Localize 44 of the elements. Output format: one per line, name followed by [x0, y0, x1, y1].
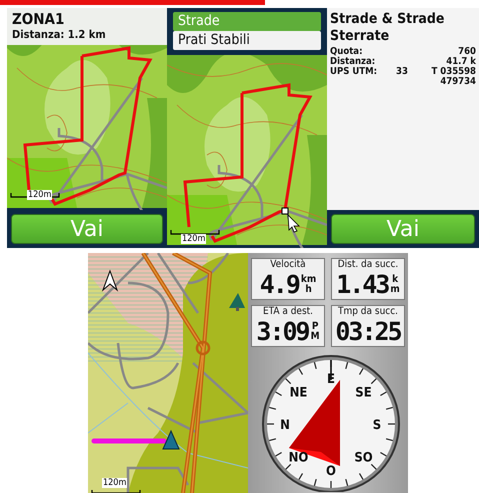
position-arrow-icon: [162, 430, 180, 450]
field-value: 760: [458, 47, 476, 57]
tree-icon: [229, 293, 245, 311]
go-button[interactable]: Vai: [11, 214, 163, 244]
scale-label: 120m: [181, 234, 206, 244]
unit-label: M: [310, 332, 320, 342]
field-value: 1.43: [336, 271, 388, 298]
compass-label: S: [372, 418, 382, 433]
field-value: 03:25: [335, 318, 401, 345]
compass-label: SE: [355, 386, 372, 400]
compass-label: N: [280, 418, 290, 433]
unit-label: P: [310, 322, 320, 332]
menu-item[interactable]: Prati Stabili: [173, 31, 321, 50]
field-label: Tmp da succ.: [338, 306, 398, 318]
zone-value: 33: [396, 67, 409, 79]
place-title: Strade & Strade Sterrate: [330, 11, 446, 45]
cursor-icon: [282, 208, 300, 232]
menu-item[interactable]: Strade: [173, 12, 321, 31]
north-arrow-icon: [102, 270, 118, 292]
scale-label: 120m: [27, 190, 52, 200]
compass-label: NE: [290, 386, 308, 400]
field-value: 4.9: [260, 271, 299, 298]
field-value: T 035598: [432, 67, 476, 77]
field-label: UPS UTM:: [330, 67, 378, 79]
go-button[interactable]: Vai: [331, 214, 475, 244]
compass-label: O: [326, 464, 336, 479]
field-label: Velocità: [270, 259, 306, 271]
compass-label: NO: [288, 450, 308, 466]
compass-label: SO: [354, 450, 373, 466]
compass-label: E: [327, 372, 335, 387]
distance-label: Distanza: 1.2 km: [12, 28, 107, 42]
field-label: Dist. da succ.: [338, 259, 398, 271]
field-value: 3:09: [256, 318, 309, 345]
field-value: 41.7 k: [446, 57, 476, 67]
unit-label: km: [300, 274, 316, 284]
field-label: Quota:: [330, 47, 362, 57]
field-label: ETA a dest.: [262, 306, 314, 318]
field-value: 479734: [440, 77, 476, 87]
unit-label: k: [391, 274, 400, 284]
route-title: ZONA1: [12, 11, 66, 28]
unit-label: m: [390, 284, 400, 294]
scale-label: 120m: [102, 478, 128, 488]
unit-label: h: [304, 284, 313, 294]
field-label: Distanza:: [330, 57, 376, 67]
